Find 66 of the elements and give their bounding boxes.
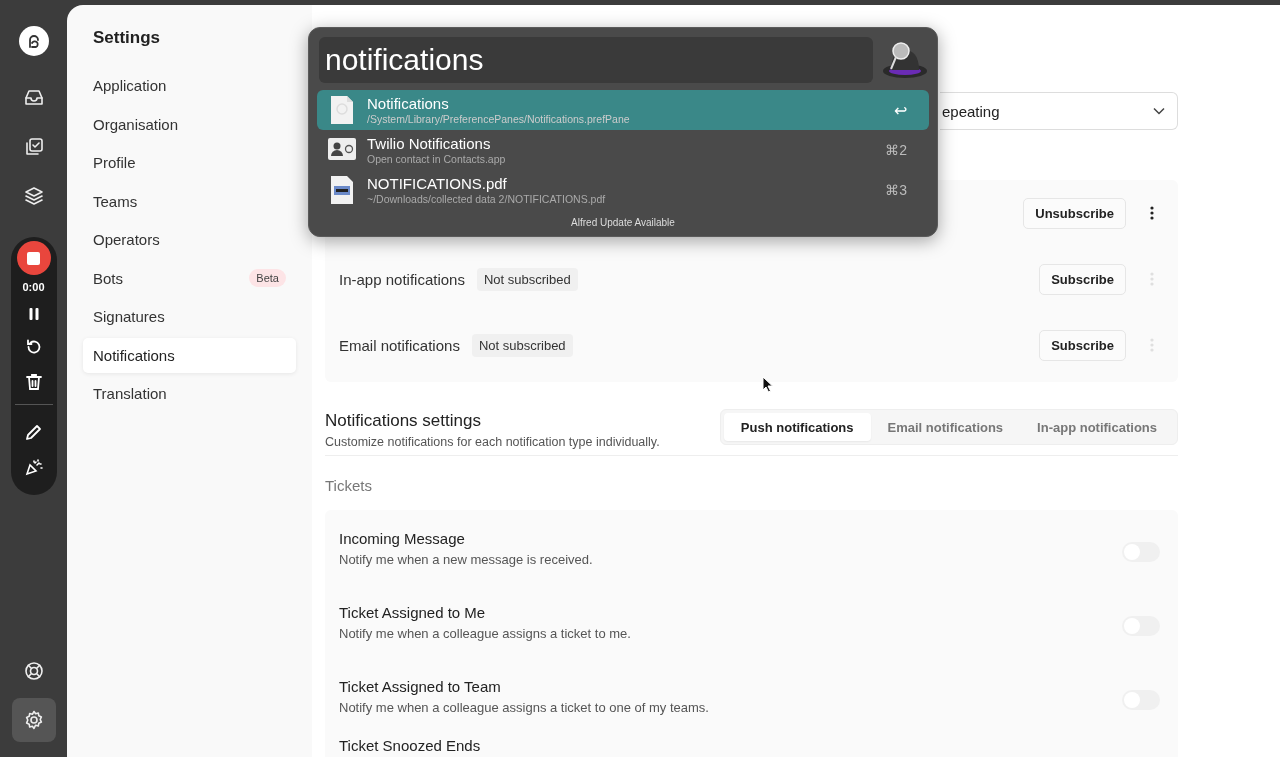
sidebar-item[interactable]: Application	[83, 68, 296, 103]
tab[interactable]: Email notifications	[870, 413, 1021, 441]
beta-badge: Beta	[249, 269, 286, 287]
app-logo-icon[interactable]	[18, 26, 49, 56]
confetti-icon[interactable]	[24, 458, 43, 476]
status-tag: Not subscribed	[476, 267, 578, 291]
update-notice: Alfred Update Available	[570, 217, 676, 228]
channel-name: Email notifications	[339, 336, 460, 354]
shortcut-hint: ⌘2	[885, 142, 907, 158]
sidebar-item[interactable]: Profile	[83, 145, 296, 180]
subscribe-button[interactable]: Subscribe	[1039, 263, 1126, 295]
sidebar-item[interactable]: Signatures	[83, 299, 296, 334]
hat-icon	[881, 40, 929, 80]
lifebuoy-icon[interactable]	[23, 661, 44, 681]
launcher-result[interactable]: Twilio Notifications Open contact in Contacts.app ⌘2	[317, 130, 929, 170]
sidebar-item[interactable]: Teams	[83, 183, 296, 219]
record-timer: 0:00	[22, 281, 45, 293]
section-subtitle: Customize notifications for each notification type individually.	[325, 435, 660, 449]
sidebar-title: Settings	[93, 28, 162, 48]
launcher-result[interactable]: Notifications /System/Library/PreferencePanes/Notifications.prefPane ↩	[317, 90, 929, 130]
channel-name: In-app notifications	[339, 270, 465, 288]
result-title: NOTIFICATIONS.pdf	[367, 175, 508, 192]
result-path: Open contact in Contacts.app	[367, 153, 507, 165]
event-description: Notify me when a colleague assigns a ticket to one of my teams.	[339, 699, 710, 715]
launcher-search-field[interactable]: notifications	[319, 37, 873, 83]
sidebar-item[interactable]: Notifications	[83, 337, 296, 373]
shortcut-hint: ⌘3	[885, 182, 907, 198]
event-title: Ticket Snoozed Ends	[339, 737, 482, 754]
result-path: /System/Library/PreferencePanes/Notifications.prefPane	[367, 113, 631, 125]
rail-item-selected[interactable]	[11, 698, 56, 742]
tab[interactable]: Push notifications	[723, 413, 871, 441]
inbox-icon[interactable]	[23, 89, 44, 107]
sidebar-item[interactable]: Bots	[93, 269, 123, 287]
sidebar-item[interactable]: Operators	[83, 222, 296, 257]
layers-icon[interactable]	[23, 186, 44, 206]
trash-icon[interactable]	[25, 373, 42, 391]
status-tag: Not subscribed	[471, 333, 573, 357]
checkbox-stack-icon[interactable]	[23, 137, 44, 157]
file-icon	[330, 95, 354, 125]
event-title: Ticket Assigned to Me	[339, 603, 487, 621]
subscribe-button[interactable]: Subscribe	[1039, 329, 1126, 361]
event-description: Notify me when a colleague assigns a ticket to me.	[339, 625, 632, 641]
event-description: Notify me when a new message is received.	[339, 551, 594, 567]
unsubscribe-button[interactable]: Unsubscribe	[1023, 197, 1126, 229]
pdf-file-icon	[330, 175, 354, 205]
launcher-result[interactable]: NOTIFICATIONS.pdf ~/Downloads/collected data 2/NOTIFICATIONS.pdf ⌘3	[317, 170, 929, 210]
pause-icon[interactable]	[27, 307, 40, 321]
section-title: Notifications settings	[325, 411, 482, 431]
sidebar-item[interactable]: Organisation	[83, 106, 296, 142]
restart-icon[interactable]	[24, 338, 43, 356]
group-heading: Tickets	[325, 477, 373, 494]
chevron-down-icon	[1153, 107, 1165, 115]
event-title: Ticket Assigned to Team	[339, 677, 502, 695]
result-title: Twilio Notifications	[367, 135, 492, 152]
result-title: Notifications	[367, 95, 450, 112]
pencil-icon[interactable]	[24, 423, 43, 441]
event-title: Incoming Message	[339, 529, 466, 547]
tab[interactable]: In-app notifications	[1020, 413, 1174, 441]
contact-card-icon	[327, 137, 357, 163]
result-path: ~/Downloads/collected data 2/NOTIFICATIONS.pdf	[367, 193, 607, 205]
sidebar-item[interactable]: Translation	[83, 376, 296, 411]
more-icon[interactable]	[1150, 205, 1154, 221]
shortcut-hint: ↩	[894, 100, 907, 120]
stop-record-button[interactable]	[16, 241, 51, 275]
select-field[interactable]: epeating	[940, 92, 1178, 130]
settings-icon[interactable]	[23, 710, 44, 730]
